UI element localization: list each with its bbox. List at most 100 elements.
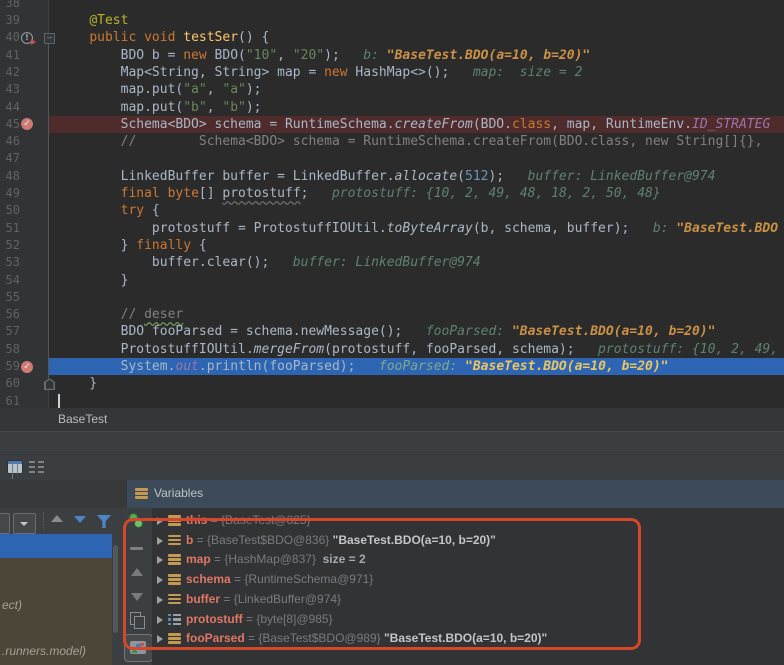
code-token: finally	[136, 238, 191, 253]
code-line-54[interactable]: }	[49, 272, 784, 289]
gutter-line-39[interactable]: 39	[0, 12, 48, 29]
frames-panel[interactable]: ect) .runners.model)	[0, 508, 112, 665]
remove-watch-icon[interactable]	[130, 547, 143, 550]
gutter-line-56[interactable]: 56	[0, 306, 48, 323]
code-line-44[interactable]: map.put("b", "b");	[49, 99, 784, 116]
variable-row-buffer[interactable]: buffer = {LinkedBuffer@974}	[152, 590, 784, 610]
gutter-line-55[interactable]: 55	[0, 289, 48, 306]
breakpoint-icon[interactable]: ✓	[21, 118, 33, 130]
expand-triangle-icon[interactable]	[157, 616, 163, 624]
gutter-line-43[interactable]: 43	[0, 81, 48, 98]
expand-triangle-icon[interactable]	[157, 537, 163, 545]
frame-row[interactable]: ect)	[2, 598, 22, 612]
gutter-line-59[interactable]: 59✓	[0, 358, 48, 375]
code-line-48[interactable]: LinkedBuffer buffer = LinkedBuffer.alloc…	[49, 168, 784, 185]
code-line-46[interactable]: // Schema<BDO> schema = RuntimeSchema.cr…	[49, 133, 784, 150]
copy-value-icon[interactable]	[130, 612, 141, 625]
variable-row-this[interactable]: this = {BaseTest@825}	[152, 511, 784, 531]
code-line-52[interactable]: } finally {	[49, 237, 784, 254]
code-line-58[interactable]: ProtostuffIOUtil.mergeFrom(protostuff, f…	[49, 341, 784, 358]
restore-layout-icon[interactable]	[29, 460, 45, 474]
variables-panel[interactable]: this = {BaseTest@825}b = {BaseTest$BDO@8…	[152, 508, 784, 665]
frame-row-selected[interactable]	[0, 534, 112, 558]
move-watch-down-icon[interactable]	[131, 593, 143, 601]
gutter-line-41[interactable]: 41	[0, 47, 48, 64]
code-token: "a"	[183, 82, 206, 97]
code-line-40[interactable]: public void testSer() {	[49, 29, 784, 46]
code-line-61[interactable]	[49, 393, 784, 408]
expand-triangle-icon[interactable]	[157, 517, 163, 525]
variable-row-map[interactable]: map = {HashMap@837} size = 2	[152, 550, 784, 570]
gutter-line-50[interactable]: 50	[0, 202, 48, 219]
code-line-59[interactable]: System.out.println(fooParsed); fooParsed…	[49, 358, 784, 375]
code-line-53[interactable]: buffer.clear(); buffer: LinkedBuffer@974	[49, 254, 784, 271]
breadcrumb-item-class[interactable]: BaseTest	[58, 408, 107, 431]
code-line-50[interactable]: try {	[49, 202, 784, 219]
line-number: 46	[0, 133, 20, 150]
console-view-icon[interactable]	[7, 460, 23, 474]
gutter-line-48[interactable]: 48	[0, 168, 48, 185]
add-watch-icon[interactable]	[129, 513, 138, 522]
variable-row-b[interactable]: b = {BaseTest$BDO@836} "BaseTest.BDO(a=1…	[152, 531, 784, 551]
gutter-line-38[interactable]: 38	[0, 0, 48, 12]
variable-row-fooParsed[interactable]: fooParsed = {BaseTest$BDO@989} "BaseTest…	[152, 629, 784, 649]
gutter-line-54[interactable]: 54	[0, 272, 48, 289]
thread-combo-dropdown[interactable]	[13, 513, 36, 534]
filter-frames-icon[interactable]	[97, 515, 111, 528]
code-line-43[interactable]: map.put("a", "a");	[49, 81, 784, 98]
expand-triangle-icon[interactable]	[157, 556, 163, 564]
gutter-line-52[interactable]: 52	[0, 237, 48, 254]
breakpoint-icon[interactable]: ✓	[21, 361, 33, 373]
code-line-39[interactable]: @Test	[49, 12, 784, 29]
previous-frame-icon[interactable]	[51, 515, 63, 522]
fold-collapse-icon[interactable]: –	[44, 33, 55, 44]
gutter-line-47[interactable]: 47	[0, 150, 48, 167]
gutter-line-42[interactable]: 42	[0, 64, 48, 81]
editor-gutter[interactable]: 383940!4142434445✓4647484950515253545556…	[0, 0, 49, 408]
gutter-line-49[interactable]: 49	[0, 185, 48, 202]
move-watch-up-icon[interactable]	[131, 568, 143, 576]
code-line-38[interactable]	[49, 0, 784, 12]
code-token: protostuff = ProtostuffIOUtil.	[58, 221, 387, 236]
gutter-line-44[interactable]: 44	[0, 99, 48, 116]
code-token: );	[246, 82, 262, 97]
variables-panel-header[interactable]: Variables	[127, 480, 784, 508]
code-token: {	[191, 238, 207, 253]
code-line-49[interactable]: final byte[] protostuff; protostuff: {10…	[49, 185, 784, 202]
code-line-42[interactable]: Map<String, String> map = new HashMap<>(…	[49, 64, 784, 81]
code-line-45[interactable]: Schema<BDO> schema = RuntimeSchema.creat…	[49, 116, 784, 133]
gutter-line-45[interactable]: 45✓	[0, 116, 48, 133]
frames-scrollbar[interactable]	[113, 545, 118, 633]
code-area[interactable]: @Test public void testSer() { BDO b = ne…	[49, 0, 784, 408]
code-line-60[interactable]: }	[49, 375, 784, 392]
panel-splitter[interactable]	[0, 431, 784, 454]
expand-triangle-icon[interactable]	[157, 596, 163, 604]
gutter-line-57[interactable]: 57	[0, 323, 48, 340]
code-line-57[interactable]: BDO fooParsed = schema.newMessage(); foo…	[49, 323, 784, 340]
gutter-line-46[interactable]: 46	[0, 133, 48, 150]
code-token: // Schema<BDO> schema = RuntimeSchema.cr…	[121, 134, 763, 149]
code-line-47[interactable]	[49, 150, 784, 167]
expand-triangle-icon[interactable]	[157, 635, 163, 643]
code-token: allocate	[395, 169, 458, 184]
code-editor[interactable]: 383940!4142434445✓4647484950515253545556…	[0, 0, 784, 408]
gutter-line-51[interactable]: 51	[0, 220, 48, 237]
frame-row[interactable]: .runners.model)	[2, 644, 86, 658]
code-line-56[interactable]: // deser	[49, 306, 784, 323]
code-line-41[interactable]: BDO b = new BDO("10", "20"); b: "BaseTes…	[49, 47, 784, 64]
next-frame-icon[interactable]	[74, 516, 86, 523]
thread-combo-partial[interactable]	[0, 513, 10, 534]
variable-row-protostuff[interactable]: protostuff = {byte[8]@985}	[152, 610, 784, 630]
variable-row-schema[interactable]: schema = {RuntimeSchema@971}	[152, 570, 784, 590]
expand-triangle-icon[interactable]	[157, 576, 163, 584]
code-line-55[interactable]	[49, 289, 784, 306]
gutter-line-60[interactable]: 60	[0, 375, 48, 392]
gutter-line-53[interactable]: 53	[0, 254, 48, 271]
gutter-line-58[interactable]: 58	[0, 341, 48, 358]
test-state-icon[interactable]: !	[21, 32, 33, 44]
show-watches-toggle-button[interactable]	[124, 634, 153, 662]
gutter-line-40[interactable]: 40!	[0, 29, 48, 46]
gutter-line-61[interactable]: 61	[0, 393, 48, 408]
code-line-51[interactable]: protostuff = ProtostuffIOUtil.toByteArra…	[49, 220, 784, 237]
line-number: 49	[0, 185, 20, 202]
